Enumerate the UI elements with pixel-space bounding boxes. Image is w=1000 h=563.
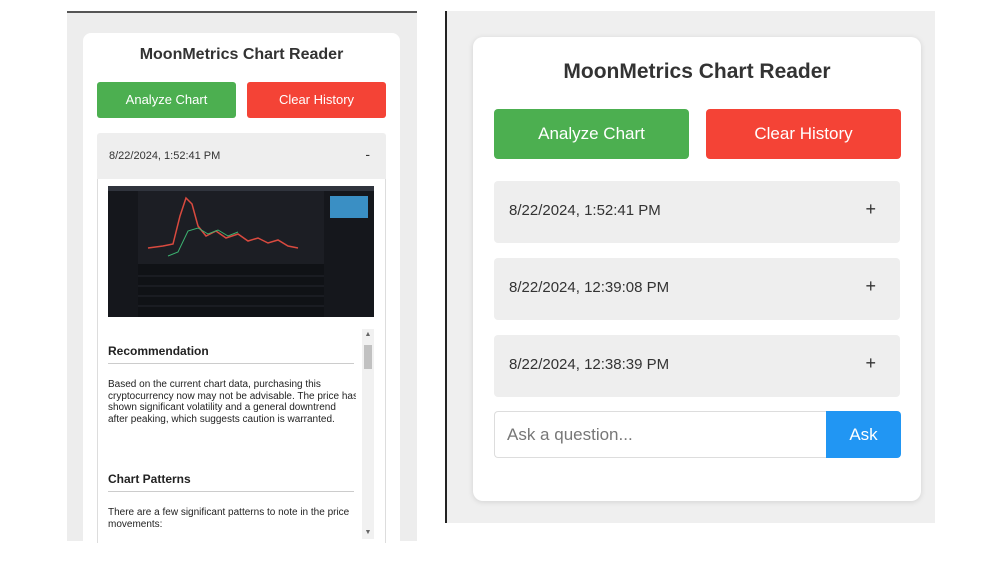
question-input[interactable] <box>494 411 826 458</box>
app-title: MoonMetrics Chart Reader <box>139 46 344 63</box>
analyze-chart-button[interactable]: Analyze Chart <box>494 109 689 159</box>
screenshot-price-chart <box>138 196 324 307</box>
expand-icon[interactable]: + <box>865 199 876 220</box>
history-entry[interactable]: 8/22/2024, 12:39:08 PM + <box>494 258 900 320</box>
collapse-icon[interactable]: - <box>365 146 370 162</box>
scrollbar-thumb[interactable] <box>364 345 372 369</box>
section-title-recommendation: Recommendation <box>108 344 209 358</box>
clear-history-button[interactable]: Clear History <box>247 82 386 118</box>
ask-button[interactable]: Ask <box>826 411 901 458</box>
section-text-recommendation: Based on the current chart data, purchas… <box>108 379 356 425</box>
history-entry-date: 8/22/2024, 12:39:08 PM <box>509 279 670 296</box>
clear-history-button[interactable]: Clear History <box>706 109 901 159</box>
scrollbar[interactable]: ▲ ▼ <box>362 329 374 539</box>
history-entry-body: Recommendation Based on the current char… <box>97 179 386 543</box>
scroll-down-arrow-icon[interactable]: ▼ <box>362 527 374 539</box>
section-divider <box>108 363 354 364</box>
expand-icon[interactable]: + <box>865 353 876 374</box>
expand-icon[interactable]: + <box>865 276 876 297</box>
analyze-chart-button[interactable]: Analyze Chart <box>97 82 236 118</box>
analysis-text: Recommendation Based on the current char… <box>106 327 356 541</box>
scroll-up-arrow-icon[interactable]: ▲ <box>362 329 374 341</box>
history-entry[interactable]: 8/22/2024, 1:52:41 PM + <box>494 181 900 243</box>
app-title: MoonMetrics Chart Reader <box>563 60 831 83</box>
section-divider <box>108 491 354 492</box>
left-card: MoonMetrics Chart Reader Analyze Chart C… <box>83 33 400 543</box>
section-title-chart-patterns: Chart Patterns <box>108 472 191 486</box>
left-top-rule <box>67 11 417 13</box>
section-text-chart-patterns: There are a few significant patterns to … <box>108 507 350 530</box>
history-entry-date: 8/22/2024, 1:52:41 PM <box>109 150 221 162</box>
chart-screenshot <box>108 186 374 317</box>
right-card: MoonMetrics Chart Reader Analyze Chart C… <box>473 37 921 501</box>
history-entry[interactable]: 8/22/2024, 12:38:39 PM + <box>494 335 900 397</box>
history-entry-date: 8/22/2024, 1:52:41 PM <box>509 202 661 219</box>
history-entry-header[interactable]: 8/22/2024, 1:52:41 PM - <box>97 133 386 179</box>
history-entry-date: 8/22/2024, 12:38:39 PM <box>509 356 670 373</box>
